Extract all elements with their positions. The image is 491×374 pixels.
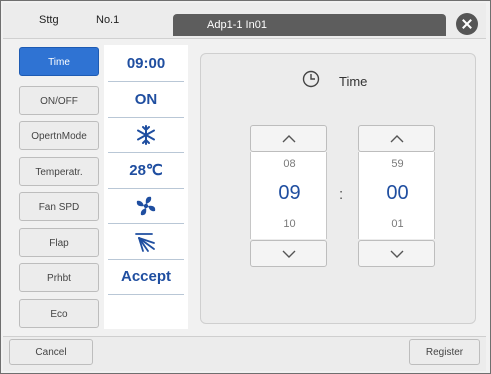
panel-title: Time [339, 74, 368, 89]
minute-spinner[interactable]: 59 00 01 [358, 152, 435, 239]
close-icon[interactable] [456, 13, 478, 35]
hour-current: 09 [278, 182, 301, 204]
flap-icon [135, 233, 155, 252]
minute-up-button[interactable] [358, 125, 435, 152]
hour-spinner[interactable]: 08 09 10 [250, 152, 327, 239]
minute-current: 00 [386, 182, 409, 204]
mode-value [108, 118, 184, 153]
hour-prev: 08 [283, 158, 296, 170]
register-button[interactable]: Register [409, 339, 480, 365]
chevron-down-icon [390, 250, 404, 258]
chevron-up-icon [390, 135, 404, 143]
settings-label: Sttg [39, 14, 59, 26]
temperature-value: 28℃ [108, 154, 184, 189]
time-separator: : [339, 186, 344, 203]
menu-operation-mode-button[interactable]: OpertnMode [19, 121, 99, 150]
unit-label: Adp1-1 In01 [207, 19, 267, 31]
cancel-button[interactable]: Cancel [9, 339, 93, 365]
menu-onoff-button[interactable]: ON/OFF [19, 86, 99, 115]
flap-value [108, 225, 184, 260]
unit-tab: Adp1-1 In01 [173, 14, 446, 36]
minute-next: 01 [391, 218, 404, 230]
menu-time-button[interactable]: Time [19, 47, 99, 76]
chevron-up-icon [282, 135, 296, 143]
chevron-down-icon [282, 250, 296, 258]
menu-fan-speed-button[interactable]: Fan SPD [19, 192, 99, 221]
minute-down-button[interactable] [358, 240, 435, 267]
menu-temperature-button[interactable]: Temperatr. [19, 157, 99, 186]
menu-flap-button[interactable]: Flap [19, 228, 99, 257]
header-bar: Sttg No.1 Adp1-1 In01 [3, 3, 486, 39]
current-values-column: 09:00 ON 28℃ Accept [104, 45, 188, 329]
menu-prohibit-button[interactable]: Prhbt [19, 263, 99, 292]
hour-up-button[interactable] [250, 125, 327, 152]
fan-icon [136, 196, 156, 216]
minute-prev: 59 [391, 158, 404, 170]
number-label: No.1 [96, 14, 120, 26]
clock-icon [302, 70, 320, 88]
hour-down-button[interactable] [250, 240, 327, 267]
time-value: 09:00 [108, 47, 184, 82]
onoff-value: ON [108, 83, 184, 118]
fan-value [108, 189, 184, 224]
prohibit-value: Accept [108, 260, 184, 295]
snowflake-icon [137, 125, 155, 145]
hour-next: 10 [283, 218, 296, 230]
menu-eco-button[interactable]: Eco [19, 299, 99, 328]
